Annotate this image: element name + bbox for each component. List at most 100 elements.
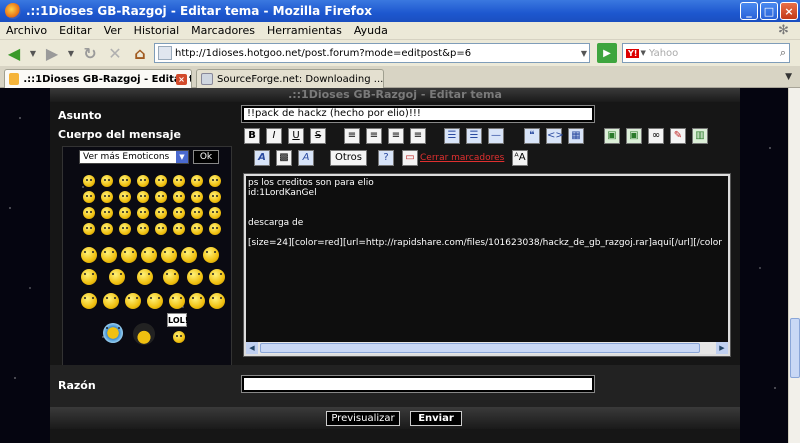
minimize-button[interactable]: _ xyxy=(740,2,758,20)
smiley-icon[interactable] xyxy=(173,331,185,343)
strike-button[interactable]: S xyxy=(310,128,326,144)
smiley-icon[interactable] xyxy=(137,191,149,203)
maximize-button[interactable]: □ xyxy=(760,2,778,20)
tab-list-icon[interactable]: ▼ xyxy=(785,72,792,82)
smiley-icon[interactable] xyxy=(209,175,221,187)
smiley-icon[interactable] xyxy=(173,175,185,187)
numbered-list-icon[interactable]: ☰ xyxy=(466,128,482,144)
preview-button[interactable]: Previsualizar xyxy=(326,411,400,426)
smiley-icon[interactable] xyxy=(137,269,153,285)
underline-button[interactable]: U xyxy=(288,128,304,144)
home-icon[interactable]: ⌂ xyxy=(129,42,151,64)
menu-editar[interactable]: Editar xyxy=(53,24,98,37)
help-icon[interactable]: ? xyxy=(378,150,394,166)
smiley-icon[interactable] xyxy=(155,223,167,235)
font-icon[interactable]: A xyxy=(254,150,270,166)
table-icon[interactable]: ▦ xyxy=(568,128,584,144)
smiley-icon[interactable] xyxy=(137,207,149,219)
link-icon[interactable]: ∞ xyxy=(648,128,664,144)
smiley-icon[interactable] xyxy=(119,191,131,203)
smiley-icon[interactable] xyxy=(163,269,179,285)
smiley-icon[interactable] xyxy=(119,223,131,235)
afro-smiley-icon[interactable] xyxy=(133,323,155,345)
back-history-dropdown-icon[interactable]: ▼ xyxy=(28,42,38,64)
scroll-thumb[interactable] xyxy=(260,343,700,353)
smiley-icon[interactable] xyxy=(155,191,167,203)
cerrar-marcadores-link[interactable]: Cerrar marcadores xyxy=(420,150,504,166)
smiley-icon[interactable] xyxy=(101,223,113,235)
smiley-icon[interactable] xyxy=(173,207,185,219)
smiley-icon[interactable] xyxy=(141,247,157,263)
media-icon[interactable]: ▣ xyxy=(626,128,642,144)
page-scroll-thumb[interactable] xyxy=(790,318,800,378)
smiley-icon[interactable] xyxy=(191,191,203,203)
align-left-icon[interactable]: ≡ xyxy=(344,128,360,144)
reason-input[interactable] xyxy=(241,375,595,393)
reload-icon[interactable]: ↻ xyxy=(79,42,101,64)
address-dropdown-icon[interactable]: ▼ xyxy=(581,49,587,58)
smiley-icon[interactable] xyxy=(147,293,163,309)
smiley-icon[interactable] xyxy=(203,247,219,263)
chevron-down-icon[interactable]: ▼ xyxy=(176,151,188,163)
address-bar[interactable]: http://1dioses.hotgoo.net/post.forum?mod… xyxy=(154,43,590,63)
smiley-icon[interactable] xyxy=(119,175,131,187)
menu-ayuda[interactable]: Ayuda xyxy=(348,24,394,37)
smiley-icon[interactable] xyxy=(83,223,95,235)
emoticons-select[interactable]: Ver más Emoticons ▼ xyxy=(79,150,189,164)
smiley-icon[interactable] xyxy=(101,247,117,263)
page-vertical-scrollbar[interactable] xyxy=(788,88,800,443)
bookmark-icon[interactable]: ▭ xyxy=(402,150,418,166)
tab-editar-tema[interactable]: .::1Dioses GB-Razgoj - Editar tema × xyxy=(4,69,192,88)
yahoo-engine-icon[interactable]: Y! xyxy=(626,48,640,58)
smiley-icon[interactable] xyxy=(119,207,131,219)
smiley-icon[interactable] xyxy=(191,207,203,219)
message-textarea[interactable]: ps los creditos son para elio id:1LordKa… xyxy=(248,178,730,340)
editor-horizontal-scrollbar[interactable]: ◀ ▶ xyxy=(246,342,728,354)
smiley-icon[interactable] xyxy=(121,247,137,263)
search-box[interactable]: Y! ▼ Yahoo ⌕ xyxy=(622,43,790,63)
subject-input[interactable]: !!pack de hackz (hecho por elio)!!! xyxy=(241,105,595,123)
smiley-icon[interactable] xyxy=(191,223,203,235)
italic-button[interactable]: I xyxy=(266,128,282,144)
smiley-icon[interactable] xyxy=(109,269,125,285)
horizontal-rule-icon[interactable]: — xyxy=(488,128,504,144)
smiley-icon[interactable] xyxy=(209,223,221,235)
forward-arrow-icon[interactable]: ▶ xyxy=(41,42,63,64)
menu-ver[interactable]: Ver xyxy=(98,24,128,37)
smiley-icon[interactable] xyxy=(81,269,97,285)
forward-history-dropdown-icon[interactable]: ▼ xyxy=(66,42,76,64)
color-picker-icon[interactable]: ▩ xyxy=(276,150,292,166)
stop-icon[interactable]: ✕ xyxy=(104,42,126,64)
bold-button[interactable]: B xyxy=(244,128,260,144)
otros-button[interactable]: Otros xyxy=(330,150,368,166)
smiley-icon[interactable] xyxy=(83,175,95,187)
scroll-right-icon[interactable]: ▶ xyxy=(716,342,728,354)
smiley-icon[interactable] xyxy=(83,191,95,203)
align-justify-icon[interactable]: ≡ xyxy=(410,128,426,144)
smiley-icon[interactable] xyxy=(173,223,185,235)
smiley-icon[interactable] xyxy=(101,175,113,187)
back-arrow-icon[interactable]: ◀ xyxy=(3,42,25,64)
align-right-icon[interactable]: ≡ xyxy=(388,128,404,144)
text-resize-icon[interactable]: ᴬA xyxy=(512,150,528,166)
smiley-icon[interactable] xyxy=(187,269,203,285)
smiley-icon[interactable] xyxy=(189,293,205,309)
tab-close-icon[interactable]: × xyxy=(176,73,187,85)
smiley-icon[interactable] xyxy=(137,223,149,235)
bullet-list-icon[interactable]: ☰ xyxy=(444,128,460,144)
send-button[interactable]: Enviar xyxy=(410,411,462,426)
smiley-icon[interactable] xyxy=(155,207,167,219)
flower-smiley-icon[interactable] xyxy=(103,323,123,343)
flash-icon[interactable]: ✎ xyxy=(670,128,686,144)
menu-archivo[interactable]: Archivo xyxy=(0,24,53,37)
smiley-icon[interactable] xyxy=(173,191,185,203)
smiley-icon[interactable] xyxy=(209,207,221,219)
address-url[interactable]: http://1dioses.hotgoo.net/post.forum?mod… xyxy=(175,48,471,59)
lol-sign-smiley[interactable]: LOL! xyxy=(167,313,188,327)
smiley-icon[interactable] xyxy=(125,293,141,309)
quote-icon[interactable]: ❝ xyxy=(524,128,540,144)
align-center-icon[interactable]: ≡ xyxy=(366,128,382,144)
smiley-icon[interactable] xyxy=(155,175,167,187)
search-icon[interactable]: ⌕ xyxy=(780,46,786,60)
smiley-icon[interactable] xyxy=(101,207,113,219)
